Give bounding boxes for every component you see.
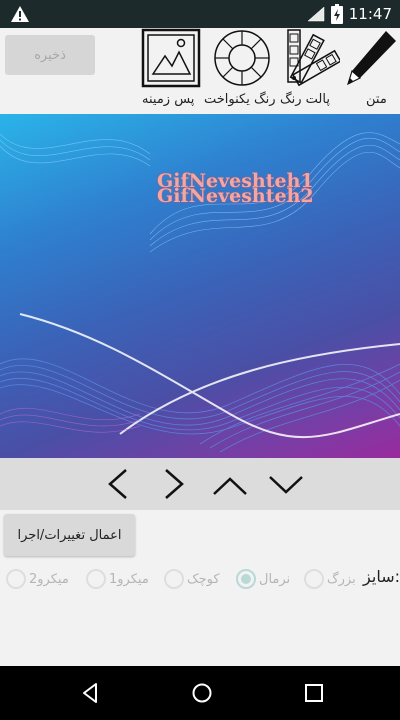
color-wheel-icon <box>214 30 270 86</box>
size-option-micro1[interactable]: میکرو1 <box>86 568 149 590</box>
preview-text-line-2: GifNeveshteh2 <box>157 185 314 207</box>
radio-button[interactable] <box>6 569 26 589</box>
option-label: میکرو2 <box>29 571 69 587</box>
option-label: بزرگ <box>327 571 356 587</box>
toolbar: ذخیره پس زمینه رنگ یکنواخت پالت رنگ متن <box>0 28 400 114</box>
size-option-micro2[interactable]: میکرو2 <box>6 568 69 590</box>
tool-label: پالت رنگ <box>280 92 330 107</box>
right-arrow-icon[interactable] <box>156 466 192 502</box>
wifi-icon <box>307 6 325 22</box>
radio-button-selected[interactable] <box>236 569 256 589</box>
navigation-bar <box>0 666 400 720</box>
down-arrow-icon[interactable] <box>268 466 304 502</box>
option-label: کوچک <box>187 571 220 587</box>
battery-charging-icon <box>330 4 343 24</box>
option-label: میکرو1 <box>109 571 149 587</box>
radio-button[interactable] <box>304 569 324 589</box>
tool-label: پس زمینه <box>142 92 195 107</box>
size-radio-group: سایز: بزرگ نرمال کوچک میکرو1 میکرو2 <box>0 560 400 598</box>
tool-text[interactable]: متن <box>344 28 400 114</box>
arrow-controls <box>0 458 400 510</box>
gif-preview-image: GifNeveshteh1 GifNeveshteh2 <box>0 114 400 458</box>
tool-solid-color[interactable]: رنگ یکنواخت <box>204 28 278 114</box>
status-bar: 11:47 <box>0 0 400 28</box>
size-option-small[interactable]: کوچک <box>164 568 220 590</box>
save-button[interactable]: ذخیره <box>5 35 95 75</box>
back-icon[interactable] <box>78 681 102 705</box>
image-icon <box>141 28 201 88</box>
apply-changes-button[interactable]: اعمال تغییرات/اجرا <box>4 514 135 556</box>
size-option-large[interactable]: بزرگ <box>304 568 356 590</box>
size-option-normal[interactable]: نرمال <box>236 568 290 590</box>
radio-button[interactable] <box>164 569 184 589</box>
up-arrow-icon[interactable] <box>212 466 248 502</box>
home-icon[interactable] <box>190 681 214 705</box>
recents-icon[interactable] <box>302 681 326 705</box>
tool-label: متن <box>366 92 387 107</box>
clock: 11:47 <box>348 5 392 23</box>
size-label: سایز: <box>363 567 400 586</box>
pencil-icon <box>347 31 396 86</box>
tool-background[interactable]: پس زمینه <box>138 28 204 114</box>
color-swatches-icon <box>287 29 340 87</box>
tool-palette[interactable]: پالت رنگ <box>280 28 342 114</box>
warning-icon <box>11 6 29 22</box>
tool-label: رنگ یکنواخت <box>204 92 276 107</box>
wave-lines-decoration <box>0 132 400 453</box>
radio-button[interactable] <box>86 569 106 589</box>
option-label: نرمال <box>259 571 291 587</box>
left-arrow-icon[interactable] <box>100 466 136 502</box>
